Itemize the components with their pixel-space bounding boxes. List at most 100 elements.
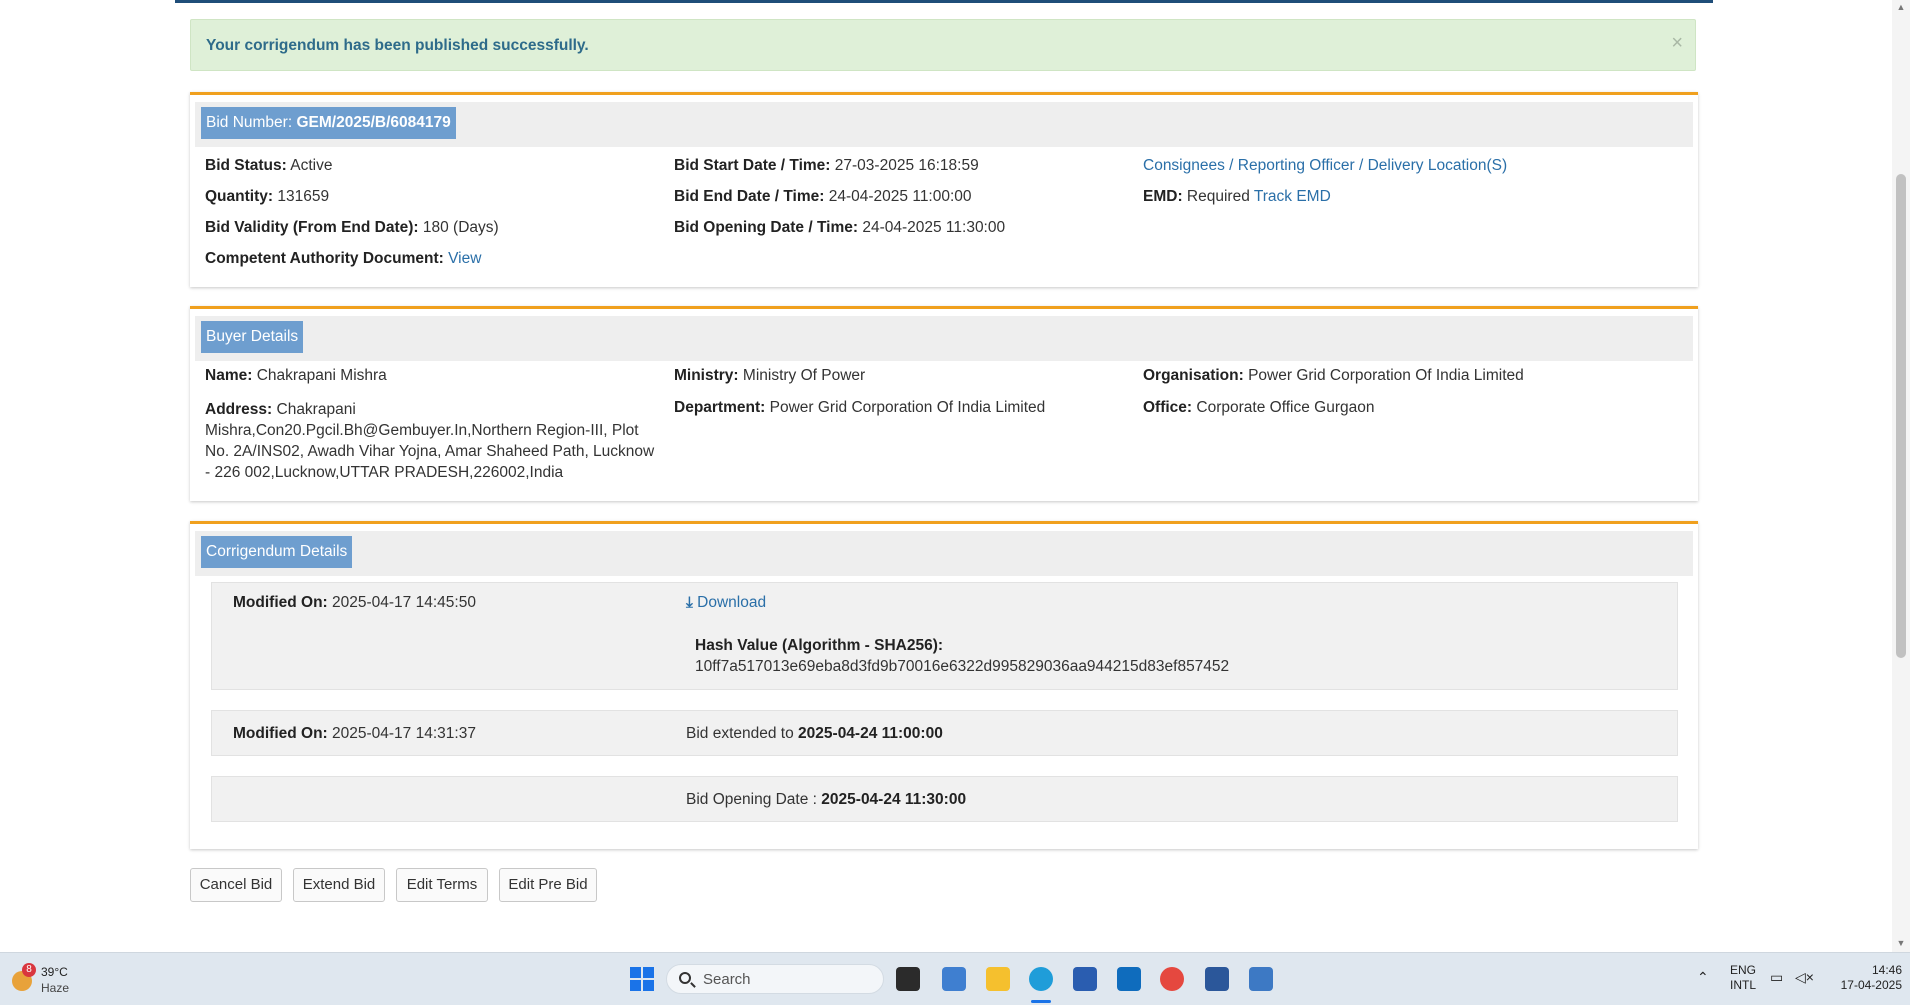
search-icon <box>679 972 691 984</box>
language-indicator[interactable]: ENG INTL <box>1728 963 1758 993</box>
opening-date-note: Bid Opening Date : 2025-04-24 11:30:00 <box>686 791 966 809</box>
buyer-details-panel: Buyer Details Name: Chakrapani Mishra Ad… <box>190 306 1698 501</box>
cad-label: Competent Authority Document: <box>205 250 444 267</box>
bid-number-tag: Bid Number: GEM/2025/B/6084179 <box>201 107 456 139</box>
extend-bid-button[interactable]: Extend Bid <box>293 868 385 902</box>
corrigendum-row: Modified On: 2025-04-17 14:45:50 ⤓ Downl… <box>211 582 1678 690</box>
download-label[interactable]: Download <box>697 594 766 611</box>
chevron-up-icon[interactable]: ⌃ <box>1697 970 1709 985</box>
modified-value: 2025-04-17 14:45:50 <box>332 594 476 611</box>
edit-terms-button[interactable]: Edit Terms <box>396 868 488 902</box>
clock[interactable]: 14:46 17-04-2025 <box>1826 963 1902 993</box>
network-icon[interactable]: ▭ <box>1770 970 1783 985</box>
start-value: 27-03-2025 16:18:59 <box>834 157 979 174</box>
bid-quantity: Quantity: 131659 <box>205 188 329 206</box>
modified-value: 2025-04-17 14:31:37 <box>332 725 476 742</box>
hash-value: 10ff7a517013e69eba8d3fd9b70016e6322d9958… <box>695 658 1230 675</box>
office-value: Corporate Office Gurgaon <box>1196 399 1375 416</box>
file-explorer-icon[interactable] <box>986 967 1010 991</box>
corrigendum-row: Modified On: 2025-04-17 14:31:37 Bid ext… <box>211 710 1678 756</box>
buyer-name: Name: Chakrapani Mishra <box>205 367 387 385</box>
buyer-header-bar <box>195 316 1693 361</box>
start-tile <box>630 980 641 991</box>
alert-message: Your corrigendum has been published succ… <box>206 37 589 54</box>
emd-label: EMD: <box>1143 188 1183 205</box>
bid-opening-date: Bid Opening Date / Time: 24-04-2025 11:3… <box>674 219 1005 237</box>
bid-details-panel: Bid Number: GEM/2025/B/6084179 Bid Statu… <box>190 92 1698 287</box>
end-value: 24-04-2025 11:00:00 <box>828 188 972 205</box>
quantity-value: 131659 <box>277 188 330 205</box>
bid-status-value: Active <box>290 157 333 174</box>
end-label: Bid End Date / Time: <box>674 188 825 205</box>
cad-view-link[interactable]: View <box>448 250 481 267</box>
quantity-label: Quantity: <box>205 188 274 205</box>
modified-label: Modified On: <box>233 725 328 742</box>
hash-label: Hash Value (Algorithm - SHA256): <box>695 637 943 655</box>
department-value: Power Grid Corporation Of India Limited <box>769 399 1046 416</box>
speaker-muted-icon[interactable]: ◁× <box>1795 970 1814 985</box>
clock-time: 14:46 <box>1871 963 1902 977</box>
hash-label-text: Hash Value (Algorithm - SHA256): <box>695 637 944 654</box>
modified-label: Modified On: <box>233 594 328 611</box>
bid-number-label: Bid Number: <box>206 114 293 131</box>
buyer-ministry: Ministry: Ministry Of Power <box>674 367 865 385</box>
scrollbar-thumb[interactable] <box>1896 174 1906 658</box>
corrigendum-modified: Modified On: 2025-04-17 14:31:37 <box>233 725 476 743</box>
word-icon[interactable] <box>1205 967 1229 991</box>
language-code: ENG <box>1729 963 1756 977</box>
ministry-label: Ministry: <box>674 367 739 384</box>
buyer-details-tag: Buyer Details <box>201 321 304 353</box>
download-link[interactable]: ⤓ Download <box>686 594 766 612</box>
emd: EMD: Required Track EMD <box>1143 188 1331 206</box>
notepad-icon[interactable] <box>1249 967 1273 991</box>
buyer-address-value: Chakrapani Mishra,Con20.Pgcil.Bh@Gembuye… <box>205 401 655 481</box>
bid-status: Bid Status: Active <box>205 157 332 175</box>
consignees-link[interactable]: Consignees / Reporting Officer / Deliver… <box>1143 157 1507 174</box>
bid-extended-text: Bid extended to <box>686 725 794 742</box>
edge-browser-icon[interactable] <box>1029 967 1053 991</box>
microsoft-store-icon[interactable] <box>1073 967 1097 991</box>
corrigendum-row: Bid Opening Date : 2025-04-24 11:30:00 <box>211 776 1678 822</box>
search-placeholder: Search <box>703 971 751 988</box>
windows-start-icon[interactable] <box>630 967 654 991</box>
start-tile <box>630 967 641 978</box>
opening-label: Bid Opening Date / Time: <box>674 219 859 236</box>
corrigendum-header-bar <box>195 531 1693 576</box>
buyer-name-label: Name: <box>205 367 253 384</box>
keyboard-layout: INTL <box>1729 978 1756 992</box>
close-icon[interactable]: × <box>1671 32 1683 55</box>
weather-badge: 8 <box>22 963 36 977</box>
weather-widget[interactable]: 8 39°C Haze <box>10 963 80 997</box>
cancel-bid-button[interactable]: Cancel Bid <box>190 868 282 902</box>
competent-authority-document: Competent Authority Document: View <box>205 250 481 268</box>
bid-start-date: Bid Start Date / Time: 27-03-2025 16:18:… <box>674 157 979 175</box>
page-scrollbar[interactable]: ▲ ▼ <box>1892 0 1910 952</box>
scroll-down-icon[interactable]: ▼ <box>1896 938 1906 948</box>
scroll-up-icon[interactable]: ▲ <box>1896 2 1906 12</box>
taskbar-search[interactable]: Search <box>666 964 884 994</box>
windows-taskbar: 8 39°C Haze Search ⌃ ENG INTL ▭ ◁× 14:46… <box>0 952 1910 1005</box>
consignees-item: Consignees / Reporting Officer / Deliver… <box>1143 157 1507 175</box>
bid-end-date: Bid End Date / Time: 24-04-2025 11:00:00 <box>674 188 972 206</box>
opening-date-text: Bid Opening Date : <box>686 791 817 808</box>
office-label: Office: <box>1143 399 1193 416</box>
edit-pre-bid-button[interactable]: Edit Pre Bid <box>499 868 597 902</box>
outlook-icon[interactable] <box>1117 967 1141 991</box>
buyer-department: Department: Power Grid Corporation Of In… <box>674 399 1045 417</box>
buyer-organisation: Organisation: Power Grid Corporation Of … <box>1143 367 1524 385</box>
bid-extended-value: 2025-04-24 11:00:00 <box>798 725 943 742</box>
download-icon: ⤓ <box>686 594 693 611</box>
opening-date-value: 2025-04-24 11:30:00 <box>821 791 967 808</box>
organisation-label: Organisation: <box>1143 367 1244 384</box>
app-store-icon[interactable] <box>942 967 966 991</box>
chrome-icon[interactable] <box>1160 967 1184 991</box>
clock-date: 17-04-2025 <box>1840 978 1902 992</box>
organisation-value: Power Grid Corporation Of India Limited <box>1248 367 1524 384</box>
validity-label: Bid Validity (From End Date): <box>205 219 419 236</box>
buyer-name-value: Chakrapani Mishra <box>256 367 387 384</box>
weather-desc: Haze <box>41 981 70 995</box>
bid-status-label: Bid Status: <box>205 157 287 174</box>
buyer-address: Address: Chakrapani Mishra,Con20.Pgcil.B… <box>205 399 655 483</box>
track-emd-link[interactable]: Track EMD <box>1254 188 1331 205</box>
task-view-icon[interactable] <box>896 967 920 991</box>
